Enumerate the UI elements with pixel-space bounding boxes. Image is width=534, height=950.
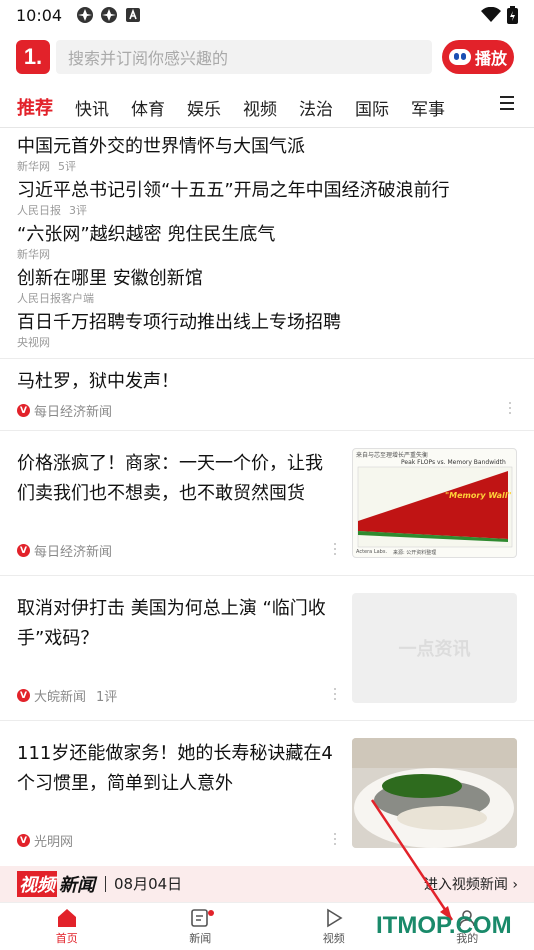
status-time: 10:04 [16, 5, 63, 25]
news-title-line2: 个习惯里，简单到让人意外 [17, 773, 233, 794]
tab-entertainment[interactable]: 娱乐 [187, 95, 221, 120]
list-item[interactable]: “六张网”越织越密 兜住民生底气 新华网 [17, 222, 517, 266]
comment-count: 5评 [58, 160, 76, 173]
thumb-footer-right: 来源: 公开资料整理 [393, 550, 437, 556]
source-badge-icon: V [17, 689, 30, 702]
list-item[interactable]: 创新在哪里 安徽创新馆 人民日报客户端 [17, 266, 517, 310]
list-item[interactable]: 百日千万招聘专项行动推出线上专场招聘 央视网 [17, 310, 517, 354]
source-badge-icon: V [17, 834, 30, 847]
news-source: 央视网 [17, 336, 50, 349]
source-badge-icon: V [17, 544, 30, 557]
play-label: 播放 [474, 49, 507, 68]
more-options-icon[interactable] [334, 688, 338, 702]
nav-news[interactable]: 新闻 [134, 903, 268, 950]
news-source: 每日经济新闻 [34, 545, 113, 560]
news-title-line1: 111岁还能做家务！她的长寿秘诀藏在4 [17, 743, 333, 764]
unread-dot [207, 910, 214, 916]
category-tabs: 推荐 快讯 体育 娱乐 视频 法治 国际 军事 [0, 88, 534, 126]
news-title: 习近平总书记引领“十五五”开局之年中国经济破浪前行 [17, 180, 450, 201]
news-source: 人民日报客户端 [17, 292, 94, 305]
search-placeholder: 搜索并订阅你感兴趣的 [68, 49, 229, 68]
news-title: “六张网”越织越密 兜住民生底气 [17, 224, 276, 245]
news-card[interactable]: 马杜罗，狱中发声！ V 每日经济新闻 [0, 358, 534, 430]
news-source: 光明网 [34, 835, 74, 850]
news-card[interactable]: 取消对伊打击 美国为何总上演 “临门收 手”戏码？ V 大皖新闻 1评 一点资讯 [0, 575, 534, 720]
video-logo-red: 视频 [17, 871, 57, 897]
placeholder-thumbnail: 一点资讯 [352, 593, 517, 703]
nav-video-label: 视频 [322, 931, 345, 945]
status-bar: 10:04 [0, 0, 534, 30]
battery-icon [507, 6, 518, 24]
steamed-fish-image [352, 738, 517, 848]
comment-count: 1评 [96, 690, 118, 705]
home-icon [57, 908, 76, 927]
more-options-icon[interactable] [509, 402, 513, 416]
tab-recommend[interactable]: 推荐 [17, 94, 53, 120]
nav-news-label: 新闻 [189, 931, 212, 945]
tabs-divider [0, 127, 534, 128]
app-notification-icon [77, 7, 94, 23]
menu-icon[interactable] [500, 96, 514, 110]
news-title: 马杜罗，狱中发声！ [17, 371, 179, 392]
more-options-icon[interactable] [334, 543, 338, 557]
news-source: 人民日报 [17, 204, 61, 217]
thumb-footer-left: Actera Labs. [356, 549, 388, 555]
news-source: 新华网 [17, 160, 50, 173]
tab-military[interactable]: 军事 [411, 95, 445, 120]
source-badge-icon: V [17, 404, 30, 417]
more-options-icon[interactable] [334, 833, 338, 847]
tab-flash[interactable]: 快讯 [75, 95, 109, 120]
video-news-banner[interactable]: 视频 新闻 08月04日 进入视频新闻 › [0, 866, 534, 902]
video-news-logo: 视频 新闻 [17, 871, 95, 897]
enter-video-news-link[interactable]: 进入视频新闻 › [424, 874, 518, 894]
news-title-line2: 手”戏码？ [17, 628, 99, 649]
video-news-date: 08月04日 [105, 876, 182, 892]
thumb-label: "Memory Wall" [445, 491, 512, 500]
app-notification-icon-2 [101, 7, 118, 23]
font-notification-icon [126, 8, 141, 22]
news-title-line1: 取消对伊打击 美国为何总上演 “临门收 [17, 598, 326, 619]
news-title-line2: 们卖我们也不想卖，也不敢贸然囤货 [17, 483, 305, 504]
nav-home-label: 首页 [55, 931, 78, 945]
wifi-icon [481, 7, 501, 22]
news-title: 中国元首外交的世界情怀与大国气派 [17, 136, 305, 157]
news-source: 大皖新闻 [34, 690, 87, 705]
app-header: 1. 搜索并订阅你感兴趣的 播放 [0, 38, 534, 78]
tab-sports[interactable]: 体育 [131, 95, 165, 120]
news-title: 创新在哪里 安徽创新馆 [17, 268, 203, 289]
video-play-icon [326, 908, 343, 927]
watermark: ITMOP.COM [376, 912, 512, 939]
list-item[interactable]: 中国元首外交的世界情怀与大国气派 新华网 5评 [17, 134, 517, 178]
play-button[interactable]: 播放 [442, 40, 514, 74]
memory-wall-graphic [357, 466, 513, 548]
fish-dish-photo [352, 738, 517, 848]
news-card[interactable]: 111岁还能做家务！她的长寿秘诀藏在4 个习惯里，简单到让人意外 V 光明网 [0, 720, 534, 866]
news-card[interactable]: 价格涨疯了！商家：一天一个价，让我 们卖我们也不想卖，也不敢贸然囤货 V 每日经济… [0, 430, 534, 575]
top-news-list: 中国元首外交的世界情怀与大国气派 新华网 5评 习近平总书记引领“十五五”开局之年… [17, 134, 517, 354]
placeholder-logo: 一点资讯 [398, 639, 471, 660]
search-input[interactable]: 搜索并订阅你感兴趣的 [56, 40, 432, 74]
news-title-line1: 价格涨疯了！商家：一天一个价，让我 [17, 453, 323, 474]
tab-video[interactable]: 视频 [243, 95, 277, 120]
news-title: 百日千万招聘专项行动推出线上专场招聘 [17, 312, 341, 333]
mascot-icon [448, 49, 471, 65]
news-source: 新华网 [17, 248, 50, 261]
comment-count: 3评 [69, 204, 87, 217]
tab-law[interactable]: 法治 [299, 95, 333, 120]
nav-home[interactable]: 首页 [0, 903, 134, 950]
tab-international[interactable]: 国际 [355, 95, 389, 120]
app-logo[interactable]: 1. [16, 40, 50, 74]
news-source: 每日经济新闻 [34, 405, 113, 420]
chart-thumbnail: 来自与芯至理增长严重失衡 Peak FLOPs vs. Memory Bandw… [352, 448, 517, 558]
video-logo-black: 新闻 [59, 875, 95, 896]
news-icon [191, 908, 209, 927]
list-item[interactable]: 习近平总书记引领“十五五”开局之年中国经济破浪前行 人民日报 3评 [17, 178, 517, 222]
